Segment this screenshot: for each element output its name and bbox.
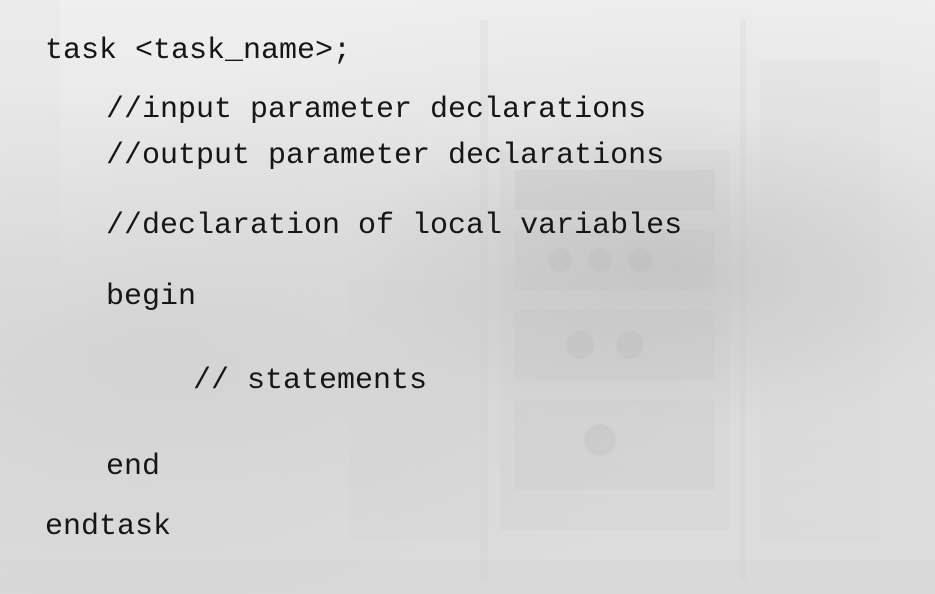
code-line-local-vars-comment: //declaration of local variables <box>106 209 683 243</box>
code-line-end: end <box>106 450 161 484</box>
code-line-input-comment: //input parameter declarations <box>106 93 647 127</box>
code-line-task-header: task <task_name>; <box>45 34 352 68</box>
code-line-statements-comment: // statements <box>193 364 428 398</box>
code-block: task <task_name>; //input parameter decl… <box>0 0 682 542</box>
code-line-output-comment: //output parameter declarations <box>106 139 665 173</box>
code-line-begin: begin <box>106 280 197 314</box>
code-line-endtask: endtask <box>45 510 172 544</box>
slide-background: task <task_name>; //input parameter decl… <box>0 0 935 594</box>
